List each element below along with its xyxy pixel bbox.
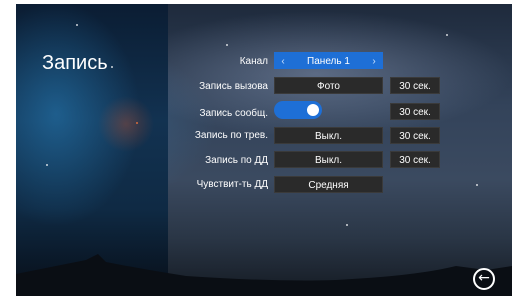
message-record-label: Запись сообщ. (199, 108, 268, 119)
motion-record-duration[interactable]: 30 сек. (390, 151, 440, 168)
star (226, 44, 228, 46)
motion-record-field[interactable]: Выкл. (274, 151, 383, 168)
motion-record-label: Запись по ДД (205, 155, 268, 166)
alarm-record-field[interactable]: Выкл. (274, 127, 383, 144)
channel-selector[interactable]: ‹ Панель 1 › (274, 52, 383, 69)
motion-sensitivity-label: Чувствит-ть ДД (196, 179, 268, 190)
message-record-duration[interactable]: 30 сек. (390, 103, 440, 120)
back-arrow-icon[interactable]: ← (473, 268, 495, 290)
star (46, 164, 48, 166)
star (446, 34, 448, 36)
star (476, 184, 478, 186)
chevron-right-icon[interactable]: › (367, 53, 381, 70)
channel-label: Канал (239, 56, 268, 67)
channel-value: Панель 1 (307, 56, 350, 67)
page-title: Запись (42, 52, 108, 74)
star (111, 66, 113, 68)
alarm-record-duration[interactable]: 30 сек. (390, 127, 440, 144)
chevron-left-icon[interactable]: ‹ (276, 53, 290, 70)
star (76, 24, 78, 26)
message-record-toggle[interactable] (274, 101, 322, 119)
motion-sensitivity-field[interactable]: Средняя (274, 176, 383, 193)
star (136, 122, 138, 124)
call-record-field[interactable]: Фото (274, 77, 383, 94)
call-record-duration[interactable]: 30 сек. (390, 77, 440, 94)
screen: Запись Канал ‹ Панель 1 › Запись вызова … (16, 4, 512, 296)
star (346, 224, 348, 226)
call-record-label: Запись вызова (199, 81, 268, 92)
alarm-record-label: Запись по трев. (194, 130, 268, 141)
hills-silhouette (16, 254, 512, 296)
toggle-knob (307, 104, 319, 116)
